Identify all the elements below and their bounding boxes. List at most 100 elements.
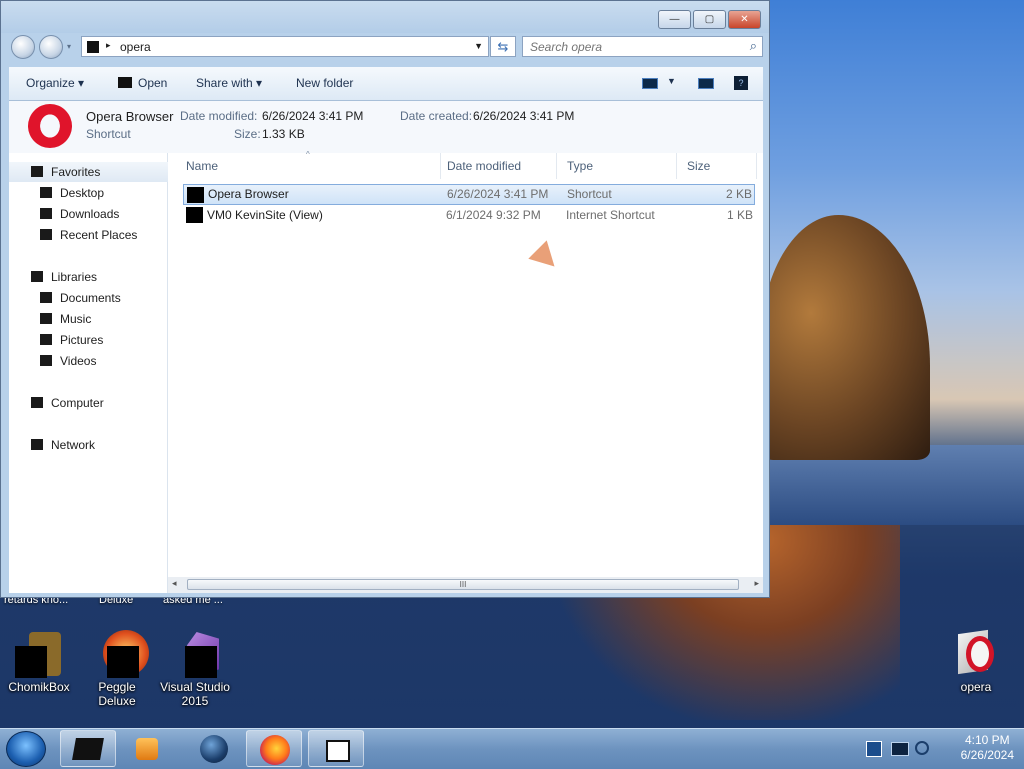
libraries-icon	[31, 271, 43, 282]
clock[interactable]: 4:10 PM 6/26/2024	[961, 733, 1014, 763]
address-path: opera	[120, 40, 151, 54]
volume-icon[interactable]	[915, 741, 929, 755]
address-bar[interactable]: ▸ opera ▼	[81, 36, 489, 57]
desktop-icon-visual-studio[interactable]: Visual Studio 2015	[156, 630, 234, 708]
details-type: Shortcut	[86, 127, 131, 141]
close-icon: ✕	[740, 14, 749, 25]
open-icon	[118, 77, 132, 88]
desktop-icon-label: ChomikBox	[8, 680, 70, 694]
help-icon[interactable]: ?	[734, 76, 748, 90]
nav-label: Music	[60, 312, 92, 326]
network-tray-icon[interactable]	[891, 742, 909, 756]
taskbar-explorer-button[interactable]	[60, 730, 116, 767]
file-name: Opera Browser	[208, 187, 289, 201]
taskbar-firefox-button[interactable]	[246, 730, 302, 767]
file-type: Internet Shortcut	[566, 208, 655, 222]
folder-icon	[87, 41, 99, 53]
recent-pages-icon[interactable]: ▾	[67, 42, 71, 51]
search-icon[interactable]: ⌕	[750, 38, 757, 54]
details-name: Opera Browser	[86, 109, 174, 124]
taskbar: 4:10 PM 6/26/2024	[0, 728, 1024, 769]
clock-date: 6/26/2024	[960, 748, 1014, 762]
shortcut-file-icon	[187, 187, 204, 203]
horizontal-scrollbar[interactable]: ◂ III ▸	[168, 577, 763, 593]
minimize-button[interactable]: —	[658, 10, 691, 29]
file-date: 6/1/2024 9:32 PM	[446, 208, 541, 222]
details-pane: Opera Browser Shortcut Date modified: 6/…	[9, 101, 763, 153]
nav-label: Computer	[51, 396, 104, 410]
change-view-icon[interactable]	[642, 78, 658, 89]
breadcrumb-arrow-icon[interactable]: ▸	[106, 40, 111, 51]
recent-places-icon	[40, 229, 52, 240]
view-options-icon[interactable]: ▼	[667, 76, 676, 86]
nav-network[interactable]: Network	[9, 435, 189, 455]
nav-label: Videos	[60, 354, 97, 368]
start-button[interactable]	[6, 731, 46, 767]
documents-icon	[40, 292, 52, 303]
window-titlebar[interactable]: — ▢ ✕	[1, 1, 769, 33]
refresh-button[interactable]: ⇆	[490, 36, 516, 57]
desktop-wallpaper-rock	[760, 215, 930, 460]
preview-pane-icon[interactable]	[698, 78, 714, 89]
taskbar-switcher-button[interactable]	[308, 730, 364, 767]
nav-label: Downloads	[60, 207, 120, 221]
computer-icon	[31, 397, 43, 408]
open-button[interactable]: Open	[118, 76, 167, 90]
firefox-icon	[260, 735, 290, 765]
taskbar-media-player-button[interactable]	[120, 730, 176, 767]
column-header-date-modified[interactable]: Date modified	[437, 153, 557, 179]
desktop-icon-chomikbox[interactable]: ChomikBox	[0, 630, 78, 694]
downloads-icon	[40, 208, 52, 219]
chomikbox-icon	[15, 630, 63, 678]
forward-button[interactable]	[39, 35, 63, 59]
refresh-icon: ⇆	[497, 39, 509, 54]
internet-shortcut-icon	[186, 207, 203, 223]
nav-label: Pictures	[60, 333, 104, 347]
column-header-type[interactable]: Type	[557, 153, 677, 179]
file-name: VM0 KevinSite (View)	[207, 208, 323, 222]
file-type: Shortcut	[567, 187, 612, 201]
address-dropdown-icon[interactable]: ▼	[474, 41, 483, 51]
share-with-button[interactable]: Share with ▾	[196, 76, 262, 90]
desktop-icon	[40, 187, 52, 198]
organize-button[interactable]: Organize ▾	[26, 76, 84, 90]
file-row-vm0-kevinsite[interactable]: VM0 KevinSite (View) 6/1/2024 9:32 PM In…	[183, 205, 755, 226]
new-folder-button[interactable]: New folder	[296, 76, 353, 90]
taskbar-globe-button[interactable]	[186, 730, 242, 767]
favorites-star-icon	[31, 166, 43, 177]
nav-label: Favorites	[51, 165, 101, 179]
action-center-icon[interactable]	[866, 741, 882, 757]
desktop-icon-label: Visual Studio 2015	[160, 680, 230, 708]
nav-libraries[interactable]: Libraries	[9, 267, 189, 287]
column-header-name[interactable]: Name	[176, 153, 441, 179]
pictures-icon	[40, 334, 52, 345]
search-input[interactable]	[528, 39, 732, 55]
videos-icon	[40, 355, 52, 366]
desktop-icon-peggle[interactable]: Peggle Deluxe	[78, 630, 156, 708]
desktop-icon-label: opera	[960, 680, 992, 694]
details-size-label: Size:	[234, 127, 261, 141]
navigation-row: ▾ ▸ opera ▼ ⇆ ⌕	[9, 35, 763, 59]
desktop-icon-label: Peggle Deluxe	[98, 680, 136, 708]
search-box[interactable]: ⌕	[522, 36, 763, 57]
column-header-size[interactable]: Size	[677, 153, 757, 179]
file-row-opera-browser[interactable]: Opera Browser 6/26/2024 3:41 PM Shortcut…	[183, 184, 755, 205]
nav-label: Libraries	[51, 270, 98, 284]
desktop-icon-opera[interactable]: opera	[937, 629, 1015, 694]
visual-studio-icon	[171, 630, 219, 678]
maximize-button[interactable]: ▢	[693, 10, 726, 29]
details-size: 1.33 KB	[262, 127, 305, 141]
opera-shortcut-icon	[952, 629, 1000, 678]
nav-computer[interactable]: Computer	[9, 393, 189, 413]
scroll-left-icon[interactable]: ◂	[172, 578, 177, 589]
opera-logo-icon	[28, 104, 72, 148]
close-button[interactable]: ✕	[728, 10, 761, 29]
details-date-modified-label: Date modified:	[180, 109, 258, 123]
file-list: ^ Name Date modified Type Size Opera Bro…	[168, 150, 763, 578]
music-icon	[40, 313, 52, 324]
nav-favorites[interactable]: Favorites	[9, 162, 189, 182]
scrollbar-thumb[interactable]: III	[187, 579, 739, 590]
back-button[interactable]	[11, 35, 35, 59]
maximize-icon: ▢	[704, 14, 715, 25]
scroll-right-icon[interactable]: ▸	[754, 578, 759, 589]
